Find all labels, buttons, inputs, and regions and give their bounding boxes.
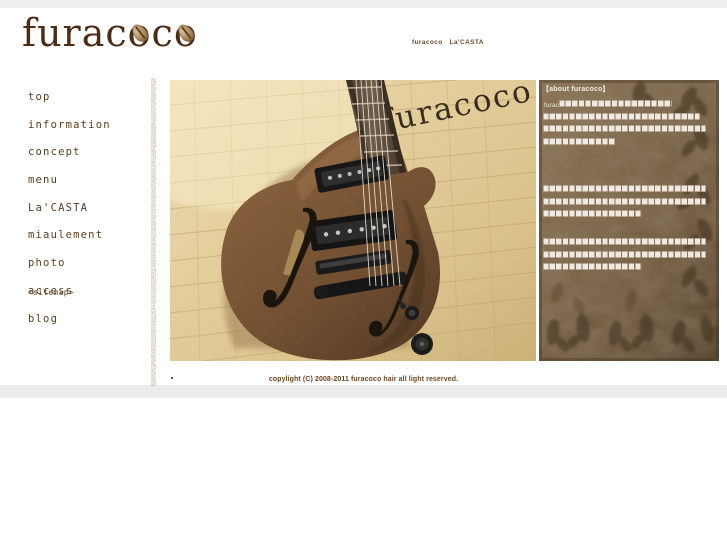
about-paragraph [543,185,715,223]
about-text-line [543,210,642,217]
sidebar-item-lacasta[interactable]: La'CASTA [8,203,148,214]
sitemap-link[interactable]: <sitemap> [28,288,74,297]
about-text-line [543,250,706,258]
logo-letter-o-bean-2: o [174,14,198,52]
copyright-text: copylight (C) 2008-2011 furacoco hair al… [268,376,459,383]
sidebar-item-concept[interactable]: concept [8,147,148,158]
coffee-bean-icon [128,21,151,45]
about-panel: 【about furacoco】 furacoco [539,80,719,361]
sidebar-item-blog[interactable]: blog [8,313,148,325]
about-text-line [543,263,642,270]
about-paragraph [543,238,715,276]
about-text-line [543,125,706,132]
about-title: 【about furacoco】 [542,86,610,93]
about-text-line [543,197,706,205]
page-container: furacoco furacocoLa'CASTA top informatio… [8,8,719,386]
sidebar-item-top[interactable]: top [8,92,148,103]
about-text-line [543,238,706,245]
header-links: furacoco La'CASTA [412,39,484,46]
sidebar-item-information[interactable]: information [8,120,148,131]
about-text-line [559,100,672,107]
sidebar-item-miaulement[interactable]: miaulement [8,230,148,241]
about-text-line [543,185,706,192]
logo-letter-o-bean-1: o [128,14,152,52]
about-text-line [543,137,615,145]
sidebar-item-menu[interactable]: menu [8,175,148,186]
about-text-line [543,112,700,120]
browser-viewport: furacoco furacocoLa'CASTA top informatio… [0,0,727,545]
top-gray-band [0,0,727,8]
header-link-furacoco[interactable]: furacoco [412,39,443,46]
about-paragraph [543,100,715,150]
hero-photo: furacoco [170,80,536,361]
site-logo[interactable]: furacoco [22,14,198,52]
logo-text-part-1: furac [22,11,128,55]
vertical-divider [151,78,156,386]
hero-photo-illustration: furacoco [170,80,536,361]
coffee-bean-icon [174,21,197,45]
about-content: 【about furacoco】 furacoco [539,80,719,361]
logo-text-part-2: c [151,11,174,55]
sidebar-item-photo[interactable]: photo [8,258,148,269]
header-link-lacasta[interactable]: La'CASTA [450,39,484,46]
bottom-gray-band [0,385,727,398]
